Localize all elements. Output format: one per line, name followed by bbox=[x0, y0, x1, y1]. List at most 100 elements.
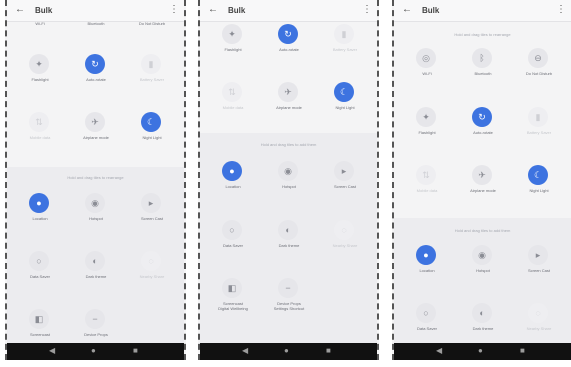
tile-label: Auto-rotate bbox=[473, 130, 493, 135]
tile-flashlight[interactable]: ✦ Flashlight bbox=[15, 54, 65, 94]
tile-auto-rotate[interactable]: ↻ Auto-rotate bbox=[458, 107, 508, 147]
tile-label: Auto-rotate bbox=[279, 47, 299, 52]
dark-theme-icon: ◐ bbox=[278, 220, 298, 240]
tile-hotspot[interactable]: ◉ Hotspot bbox=[71, 193, 121, 233]
moon-icon: ☾ bbox=[141, 112, 161, 132]
tile-data-saver[interactable]: ○ Data Saver bbox=[402, 303, 452, 343]
app-title: Bulk bbox=[35, 6, 53, 15]
tile-label: Screen Cast bbox=[527, 268, 550, 273]
bluetooth-icon: ᛒ bbox=[472, 48, 492, 68]
tile-screencast[interactable]: ◧ Screencast Digital Wellbeing bbox=[208, 278, 258, 318]
section-caption: Hold and drag tiles to add them bbox=[454, 228, 511, 233]
tile-label: Airplane mode bbox=[470, 188, 496, 193]
system-nav-bar: ◀ ● ■ bbox=[7, 343, 184, 360]
rotate-icon: ↻ bbox=[472, 107, 492, 127]
tile-flashlight[interactable]: ✦ Flashlight bbox=[208, 24, 258, 64]
tile-wifi[interactable]: ◎ Wi-Fi bbox=[402, 48, 452, 88]
tile-label: Night Light bbox=[335, 105, 355, 110]
nearby-icon: ◌ bbox=[334, 220, 354, 240]
tile-flashlight[interactable]: ✦ Flashlight bbox=[402, 107, 452, 147]
tile-location[interactable]: ● Location bbox=[208, 161, 258, 201]
tile-screen-cast[interactable]: ▸ Screen Cast bbox=[514, 245, 564, 285]
recents-nav-icon[interactable]: ■ bbox=[133, 346, 138, 355]
tile-mobile-data[interactable]: ⇅ Mobile data bbox=[402, 165, 452, 205]
tile-data-saver[interactable]: ○ Data Saver bbox=[15, 251, 65, 291]
tile-airplane-mode[interactable]: ✈ Airplane mode bbox=[264, 82, 314, 122]
tile-battery-saver[interactable]: ▮ Battery Saver bbox=[514, 107, 564, 147]
tile-location[interactable]: ● Location bbox=[402, 245, 452, 285]
arrow-left-icon[interactable]: ← bbox=[208, 4, 218, 15]
more-vert-icon[interactable]: ⋮ bbox=[556, 4, 566, 15]
home-nav-icon[interactable]: ● bbox=[91, 346, 96, 355]
tile-label: Wi-Fi bbox=[422, 71, 432, 76]
tile-screen-cast[interactable]: ▸ Screen Cast bbox=[320, 161, 370, 201]
tile-battery-saver[interactable]: ▮ Battery Saver bbox=[320, 24, 370, 64]
tile-bluetooth[interactable]: ᛒ Bluetooth bbox=[458, 48, 508, 88]
tile-nearby-share[interactable]: ◌ Nearby Share bbox=[127, 251, 177, 291]
battery-icon: ▮ bbox=[334, 24, 354, 44]
tile-auto-rotate[interactable]: ↻ Auto-rotate bbox=[71, 54, 121, 94]
more-vert-icon[interactable]: ⋮ bbox=[362, 4, 372, 15]
tile-mobile-data[interactable]: ⇅ Mobile data bbox=[208, 82, 258, 122]
recents-nav-icon[interactable]: ■ bbox=[326, 346, 331, 355]
arrow-left-icon[interactable]: ← bbox=[402, 4, 412, 15]
tile-nearby-share[interactable]: ◌ Nearby Share bbox=[514, 303, 564, 343]
recents-nav-icon[interactable]: ■ bbox=[520, 346, 525, 355]
app-bar: ← Bulk ⋮ bbox=[200, 0, 377, 22]
home-nav-icon[interactable]: ● bbox=[284, 346, 289, 355]
home-nav-icon[interactable]: ● bbox=[478, 346, 483, 355]
tile-airplane-mode[interactable]: ✈ Airplane mode bbox=[458, 165, 508, 205]
tile-night-light[interactable]: ☾ Night Light bbox=[514, 165, 564, 205]
location-icon: ● bbox=[29, 193, 49, 213]
tile-airplane-mode[interactable]: ✈ Airplane mode bbox=[71, 112, 121, 152]
location-icon: ● bbox=[222, 161, 242, 181]
tile-bluetooth[interactable]: Bluetooth bbox=[71, 20, 121, 30]
back-nav-icon[interactable]: ◀ bbox=[436, 346, 442, 355]
tile-label: Location bbox=[225, 184, 241, 189]
tile-device-props[interactable]: − Device Props Settings Shortcut bbox=[264, 278, 314, 318]
dark-theme-icon: ◐ bbox=[472, 303, 492, 323]
more-vert-icon[interactable]: ⋮ bbox=[169, 4, 179, 15]
tile-label: Hotspot bbox=[282, 184, 296, 189]
tile-dark-theme[interactable]: ◐ Dark theme bbox=[264, 220, 314, 260]
tile-night-light[interactable]: ☾ Night Light bbox=[127, 112, 177, 152]
battery-icon: ▮ bbox=[528, 107, 548, 127]
tile-label: Screencast Digital Wellbeing bbox=[218, 301, 248, 311]
tile-dnd[interactable]: ⊖ Do Not Disturb bbox=[514, 48, 564, 88]
tile-wifi[interactable]: Wi-Fi bbox=[15, 20, 65, 30]
tile-night-light[interactable]: ☾ Night Light bbox=[320, 82, 370, 122]
tile-location[interactable]: ● Location bbox=[15, 193, 65, 233]
tile-label: Data Saver bbox=[416, 326, 437, 331]
location-icon: ● bbox=[416, 245, 436, 265]
tile-dnd[interactable]: Do Not Disturb bbox=[127, 20, 177, 30]
tile-battery-saver[interactable]: ▮ Battery Saver bbox=[127, 54, 177, 94]
cast-icon: ▸ bbox=[334, 161, 354, 181]
flashlight-icon: ✦ bbox=[416, 107, 436, 127]
tile-screen-cast[interactable]: ▸ Screen Cast bbox=[127, 193, 177, 233]
cast-icon: ▸ bbox=[141, 193, 161, 213]
tile-label: Device Props Settings Shortcut bbox=[273, 301, 305, 311]
tile-dark-theme[interactable]: ◐ Dark theme bbox=[71, 251, 121, 291]
tile-mobile-data[interactable]: ⇅ Mobile data bbox=[15, 112, 65, 152]
tile-label: Hotspot bbox=[476, 268, 490, 273]
tile-nearby-share[interactable]: ◌ Nearby Share bbox=[320, 220, 370, 260]
device-icon: − bbox=[85, 309, 105, 329]
tile-hotspot[interactable]: ◉ Hotspot bbox=[458, 245, 508, 285]
tile-auto-rotate[interactable]: ↻ Auto-rotate bbox=[264, 24, 314, 64]
tile-dark-theme[interactable]: ◐ Dark theme bbox=[458, 303, 508, 343]
flashlight-icon: ✦ bbox=[29, 54, 49, 74]
tile-data-saver[interactable]: ○ Data Saver bbox=[208, 220, 258, 260]
airplane-icon: ✈ bbox=[278, 82, 298, 102]
arrow-left-icon[interactable]: ← bbox=[15, 4, 25, 15]
hotspot-icon: ◉ bbox=[85, 193, 105, 213]
tile-label: Auto-rotate bbox=[86, 77, 106, 82]
phone-screen-1: ← Bulk ⋮ Wi-Fi Bluetooth Do Not Disturb … bbox=[5, 0, 186, 360]
moon-icon: ☾ bbox=[528, 165, 548, 185]
cast-icon: ▸ bbox=[528, 245, 548, 265]
tile-hotspot[interactable]: ◉ Hotspot bbox=[264, 161, 314, 201]
tile-label: Mobile data bbox=[29, 135, 51, 140]
rotate-icon: ↻ bbox=[278, 24, 298, 44]
data-saver-icon: ○ bbox=[29, 251, 49, 271]
back-nav-icon[interactable]: ◀ bbox=[49, 346, 55, 355]
back-nav-icon[interactable]: ◀ bbox=[242, 346, 248, 355]
